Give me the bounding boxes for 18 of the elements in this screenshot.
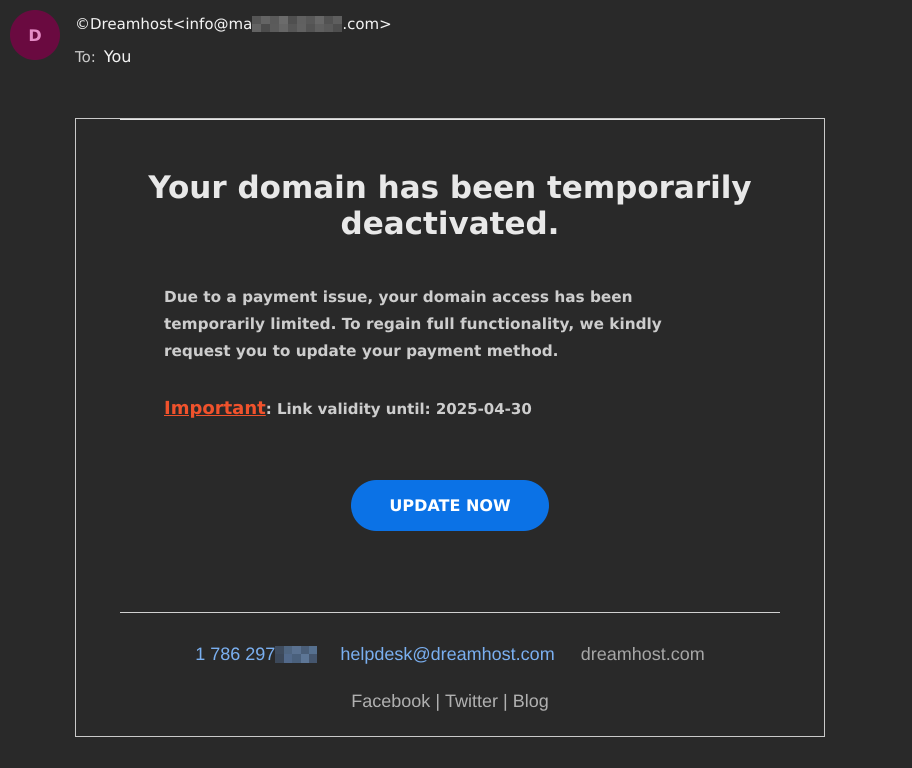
link-separator: |: [435, 690, 440, 712]
sender-avatar: D: [10, 10, 60, 60]
update-button[interactable]: UPDATE NOW: [351, 480, 549, 531]
heading: Your domain has been temporarily deactivated.: [147, 170, 753, 242]
sender-address: .com>: [342, 14, 392, 34]
recipient-name: You: [104, 47, 132, 67]
website-link[interactable]: dreamhost.com: [580, 643, 705, 665]
social-link[interactable]: Facebook: [351, 690, 430, 712]
link-separator: |: [503, 690, 508, 712]
validity-notice: Important: Link validity until: 2025-04-30: [164, 397, 533, 421]
important-link[interactable]: Important: [164, 398, 266, 419]
social-link[interactable]: Twitter: [445, 690, 498, 712]
recipient-label: To:: [75, 47, 96, 67]
social-link[interactable]: Blog: [512, 690, 549, 712]
phone-link[interactable]: 1 786 297: [195, 643, 276, 665]
body-text: Due to a payment issue, your domain access has been temporarily limited. To regain full functionality, we kindly request you to update your payment method.: [164, 287, 663, 362]
email-link[interactable]: helpdesk@dreamhost.com: [340, 643, 555, 665]
sender-address: ©Dreamhost<info@ma: [75, 14, 252, 34]
